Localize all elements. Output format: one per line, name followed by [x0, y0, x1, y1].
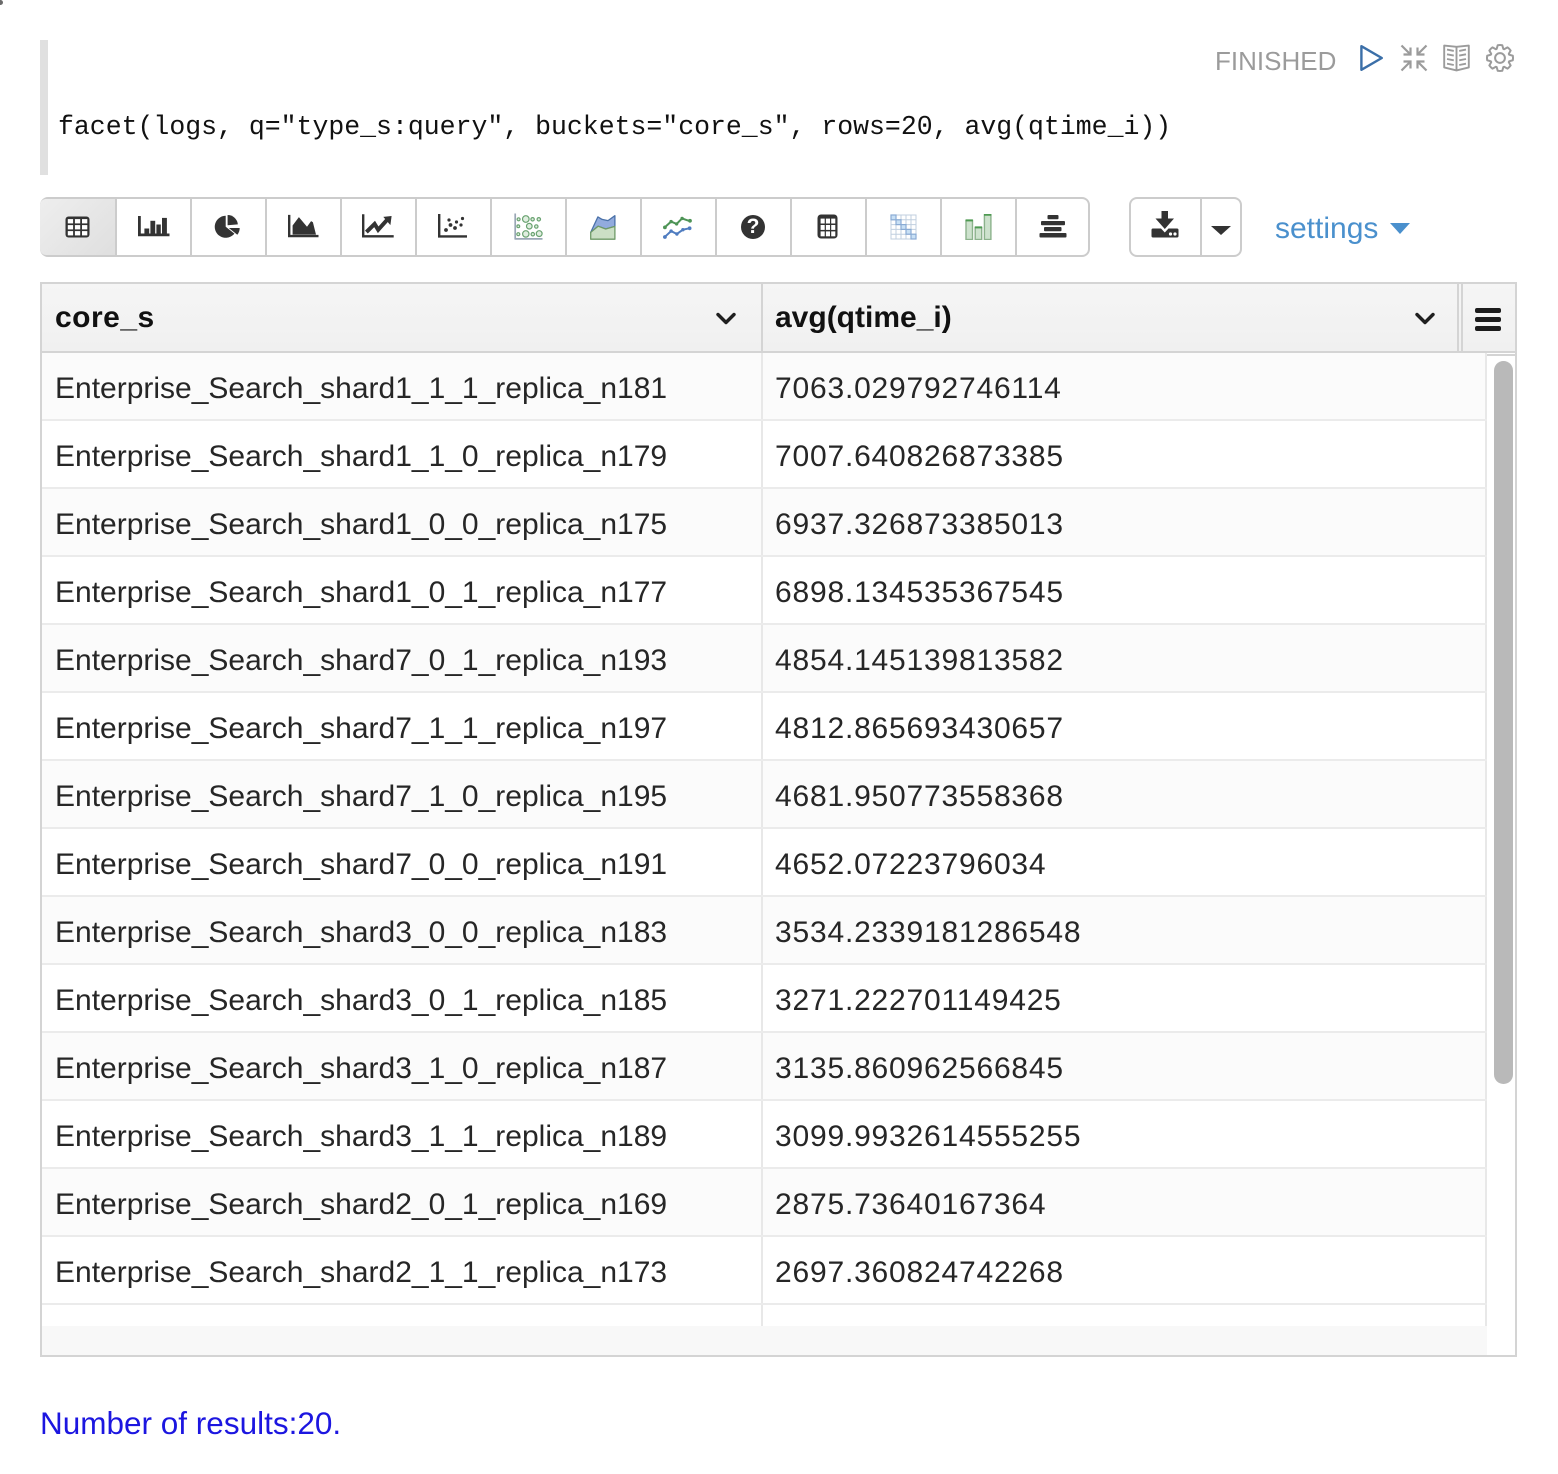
- svg-text:?: ?: [746, 215, 759, 238]
